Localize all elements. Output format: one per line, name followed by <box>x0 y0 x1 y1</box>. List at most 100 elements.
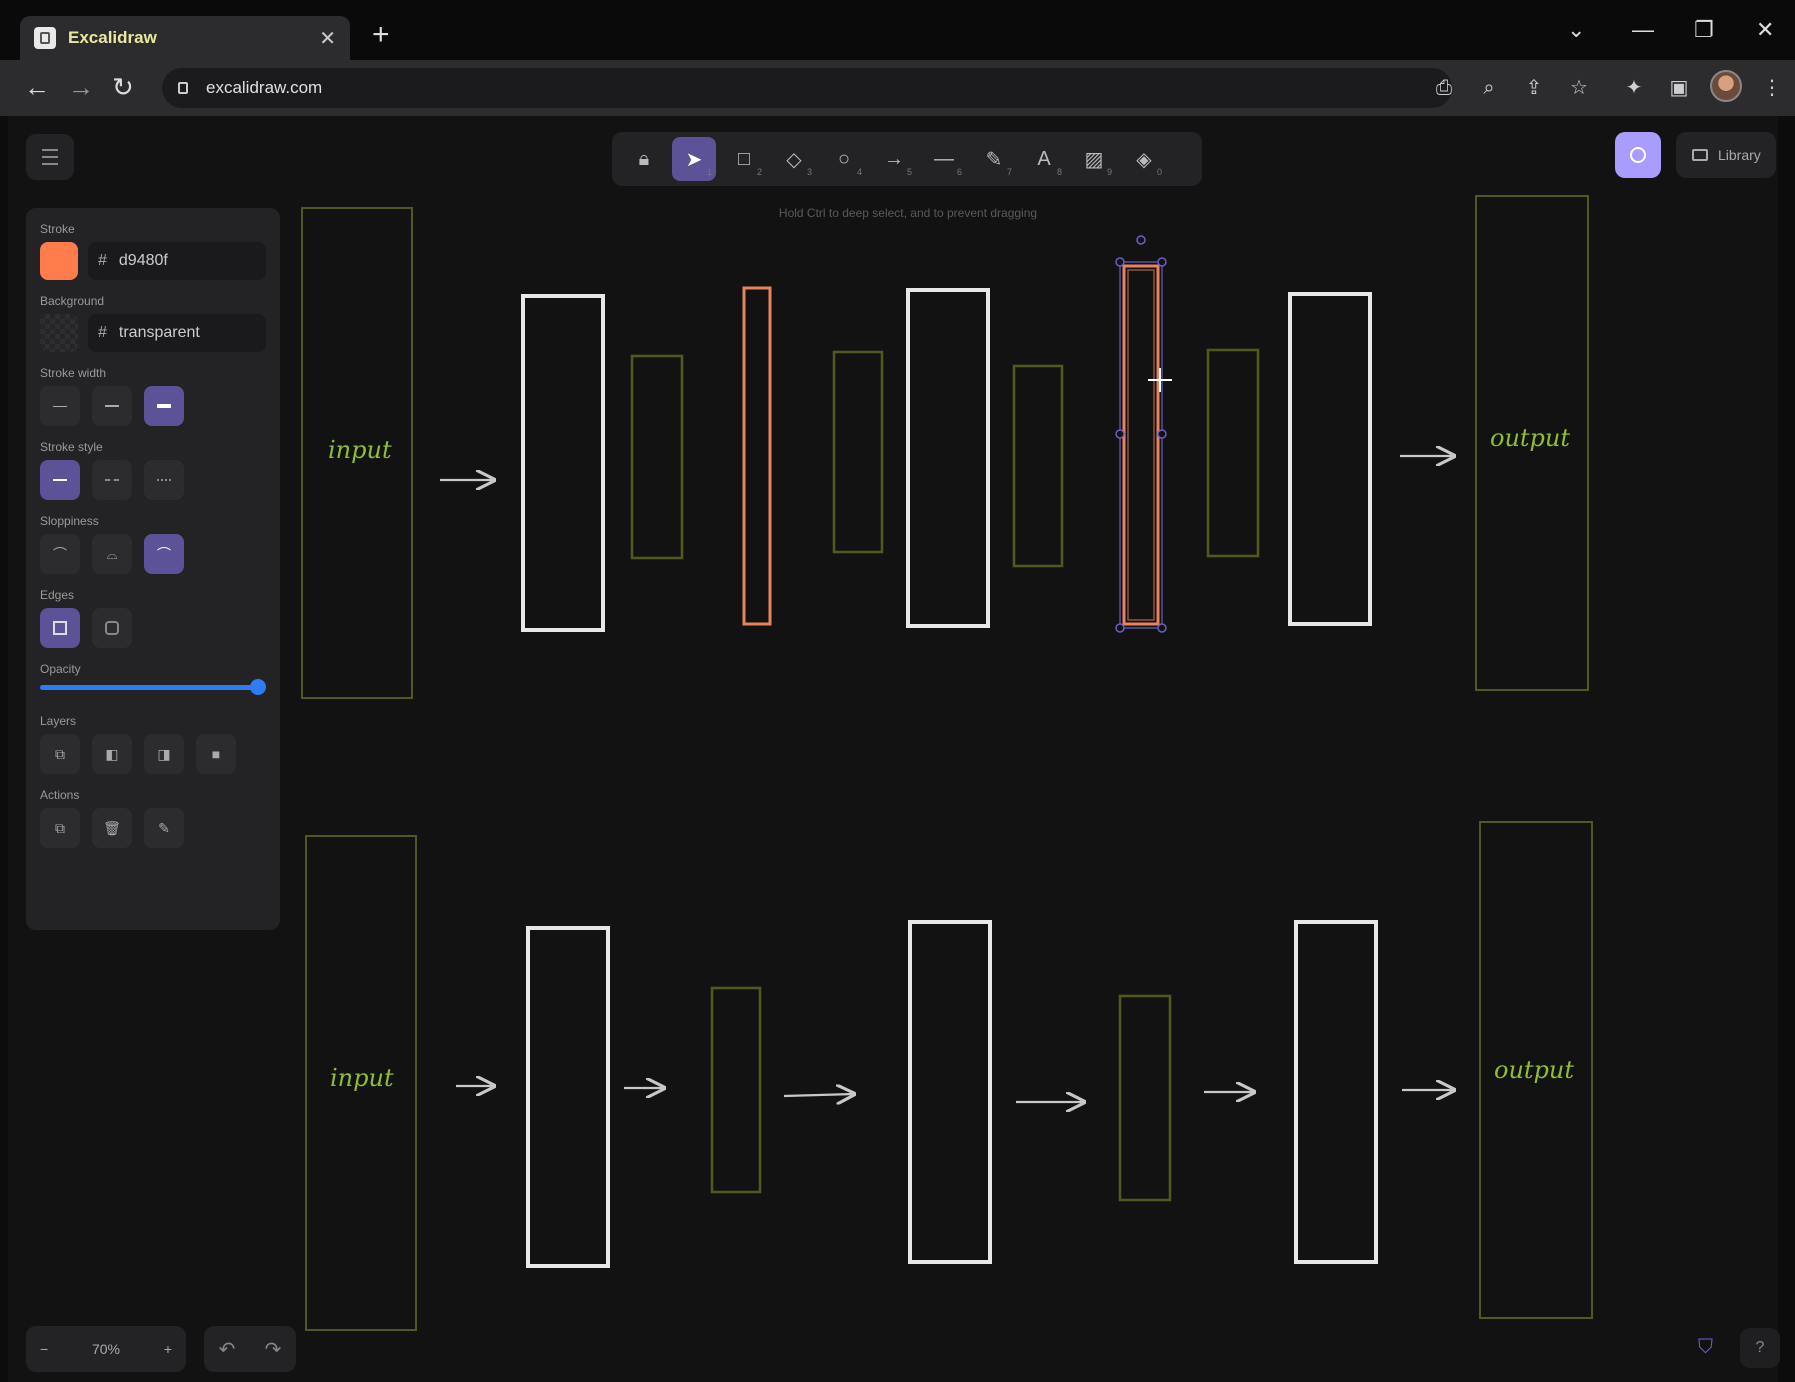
zoom-icon[interactable]: ⌕ <box>1477 76 1501 100</box>
stroke-width-thin[interactable] <box>40 386 80 426</box>
send-to-back-button[interactable]: ⧉ <box>40 734 80 774</box>
zoom-in-button[interactable]: + <box>164 1341 172 1357</box>
tool-ellipse[interactable]: ○ 4 <box>822 137 866 181</box>
url-text: excalidraw.com <box>206 78 323 97</box>
minimize-icon[interactable]: — <box>1632 18 1654 42</box>
shortcut-key: 2 <box>756 167 762 177</box>
close-tab-icon[interactable]: ✕ <box>319 26 336 51</box>
tool-line[interactable]: —6 <box>922 137 966 181</box>
tool-lock[interactable]: 🔒︎ <box>622 137 666 181</box>
bookmark-star-icon[interactable]: ☆ <box>1567 76 1591 100</box>
tool-selection[interactable]: ➤ 1 <box>672 137 716 181</box>
arrow-icon: → <box>884 147 904 170</box>
new-tab-button[interactable]: + <box>372 20 390 50</box>
layer-box-olive[interactable] <box>710 986 762 1194</box>
back-icon[interactable]: ← <box>24 72 50 102</box>
stroke-width-extra-bold[interactable] <box>144 386 184 426</box>
selected-element[interactable] <box>1115 235 1172 633</box>
help-icon: ? <box>1755 1339 1765 1356</box>
close-window-icon[interactable]: ✕ <box>1756 18 1774 42</box>
sloppiness-artist[interactable]: ⌓ <box>92 534 132 574</box>
opacity-slider[interactable] <box>40 679 266 695</box>
stroke-style-label: Stroke style <box>40 440 103 454</box>
tool-eraser[interactable]: ◈ 0 <box>1122 137 1166 181</box>
layers-label: Layers <box>40 714 77 728</box>
stroke-width-bold[interactable] <box>92 386 132 426</box>
duplicate-button[interactable]: ⧉ <box>40 808 80 848</box>
side-panel-icon[interactable]: ▣ <box>1667 76 1691 100</box>
layer-box-white[interactable] <box>1288 292 1372 626</box>
layer-box-white[interactable] <box>521 294 605 632</box>
layer-box-white[interactable] <box>908 920 992 1264</box>
layer-box-olive[interactable] <box>832 350 884 554</box>
layer-box-white[interactable] <box>1294 920 1378 1264</box>
layer-box-white[interactable] <box>526 926 610 1268</box>
tool-text[interactable]: A8 <box>1022 137 1066 181</box>
stroke-style-dashed[interactable] <box>92 460 132 500</box>
address-bar[interactable]: excalidraw.com <box>162 68 1452 108</box>
excalidraw-favicon-icon <box>34 27 56 49</box>
layer-box-olive[interactable] <box>630 354 684 560</box>
tool-rectangle[interactable]: □ 2 <box>722 137 766 181</box>
shortcut-key: 5 <box>906 167 912 177</box>
redo-icon[interactable]: ↷ <box>265 1337 282 1362</box>
delete-button[interactable]: 🗑︎ <box>92 808 132 848</box>
undo-icon[interactable]: ↶ <box>219 1337 236 1362</box>
edges-round[interactable] <box>92 608 132 648</box>
diamond-icon: ◇ <box>786 148 802 171</box>
profile-avatar[interactable] <box>1710 70 1742 102</box>
zoom-level[interactable]: 70% <box>92 1341 120 1357</box>
shield-icon[interactable]: ⛉ <box>1698 1336 1713 1359</box>
collaborate-button[interactable] <box>1615 132 1661 178</box>
reload-icon[interactable]: ↻ <box>112 72 134 102</box>
stroke-style-solid[interactable] <box>40 460 80 500</box>
restore-icon[interactable]: ❐ <box>1694 18 1714 42</box>
tool-draw[interactable]: ✎ 7 <box>972 137 1016 181</box>
bring-to-front-button[interactable]: ■ <box>196 734 236 774</box>
help-button[interactable]: ? <box>1740 1328 1780 1368</box>
browser-tab[interactable]: Excalidraw ✕ <box>20 16 350 60</box>
undo-redo-controls: ↶ ↷ <box>204 1326 296 1372</box>
arrow[interactable] <box>783 1094 854 1096</box>
layer-box-olive[interactable] <box>1118 994 1172 1202</box>
output-label: output <box>1494 1056 1574 1084</box>
stroke-hex-input[interactable]: # d9480f <box>88 242 266 280</box>
stroke-color-swatch[interactable] <box>40 242 78 280</box>
stroke-style-dotted[interactable] <box>144 460 184 500</box>
tool-arrow[interactable]: → 5 <box>872 137 916 181</box>
link-button[interactable]: ✎ <box>144 808 184 848</box>
top-diagram: input output <box>301 195 1589 699</box>
forward-icon[interactable]: → <box>68 72 94 102</box>
background-color-swatch[interactable] <box>40 314 78 352</box>
stroke-width-label: Stroke width <box>40 366 107 380</box>
layer-box-white[interactable] <box>906 288 990 628</box>
extensions-icon[interactable]: ✦ <box>1622 76 1646 100</box>
tool-image[interactable]: ▨ 9 <box>1072 137 1116 181</box>
opacity-slider-knob[interactable] <box>250 679 266 695</box>
shortcut-key: 9 <box>1106 167 1112 177</box>
browser-menu-icon[interactable]: ⋮ <box>1760 76 1784 100</box>
sloppiness-architect[interactable]: ⌒ <box>40 534 80 574</box>
edges-sharp[interactable] <box>40 608 80 648</box>
cast-icon[interactable]: ⎙ <box>1432 76 1456 100</box>
user-icon <box>1630 147 1646 163</box>
send-backward-button[interactable]: ◧ <box>92 734 132 774</box>
zoom-out-button[interactable]: − <box>40 1341 48 1357</box>
shortcut-key: 7 <box>1006 167 1012 177</box>
layer-box-orange[interactable] <box>742 286 772 626</box>
hamburger-menu-button[interactable] <box>26 134 74 180</box>
shape-toolbar: 🔒︎ ➤ 1 □ 2 ◇ 3 ○ 4 → 5 —6 ✎ 7 A8 ▨ 9 ◈ 0 <box>612 132 1202 186</box>
tab-search-icon[interactable]: ⌄ <box>1567 18 1585 42</box>
pencil-icon: ✎ <box>985 148 1003 171</box>
library-button[interactable]: Library <box>1676 132 1776 178</box>
layer-box-olive[interactable] <box>1012 364 1064 568</box>
layer-box-olive[interactable] <box>1206 348 1260 558</box>
input-label: input <box>330 1064 394 1092</box>
bring-forward-button[interactable]: ◨ <box>144 734 184 774</box>
zoom-controls: − 70% + <box>26 1326 186 1372</box>
tool-diamond[interactable]: ◇ 3 <box>772 137 816 181</box>
sloppiness-cartoonist[interactable]: ⌒ <box>144 534 184 574</box>
excalidraw-app: input output input output 🔒︎ ➤ 1 □ 2 ◇ 3… <box>8 116 1780 1382</box>
share-icon[interactable]: ⇪ <box>1522 76 1546 100</box>
background-hex-input[interactable]: # transparent <box>88 314 266 352</box>
